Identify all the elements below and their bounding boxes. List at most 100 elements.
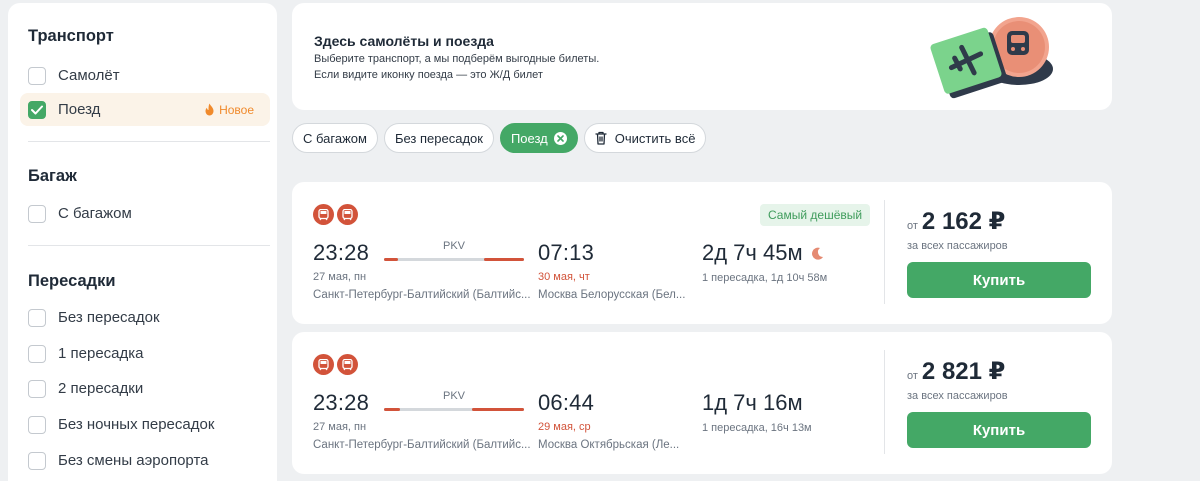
- banner-text-line: Выберите транспорт, а мы подберём выгодн…: [314, 53, 600, 65]
- transfer-info: 1 пересадка, 16ч 13м: [702, 422, 812, 434]
- price-value: 2 162 ₽: [921, 208, 1006, 235]
- chip-label: Поезд: [510, 130, 548, 146]
- section-divider: [28, 141, 270, 142]
- chip-baggage[interactable]: С багажом: [292, 123, 378, 153]
- route-segment: [472, 408, 524, 411]
- one-transfer-checkbox[interactable]: [28, 344, 46, 363]
- transfer-option-label: Без ночных пересадок: [58, 416, 215, 433]
- transfer-station-code: PKV: [442, 390, 465, 402]
- trash-icon: [595, 131, 607, 145]
- transfer-option-label: Без смены аэропорта: [58, 452, 209, 469]
- cheapest-badge: Самый дешёвый: [760, 204, 871, 226]
- baggage-section-title: Багаж: [28, 167, 77, 185]
- price-prefix: от: [907, 220, 918, 232]
- baggage-checkbox[interactable]: [28, 204, 46, 223]
- carrier-icons: [313, 354, 358, 375]
- route-segment: [384, 408, 400, 411]
- departure-station: Санкт-Петербург-Балтийский (Балтийс...: [313, 289, 531, 301]
- price-note: за всех пассажиров: [907, 390, 1008, 402]
- chip-train[interactable]: Поезд: [499, 123, 578, 153]
- two-transfers-checkbox[interactable]: [28, 379, 46, 398]
- card-divider: [884, 200, 885, 304]
- arrival-time: 06:44: [538, 390, 595, 415]
- route-line: [384, 408, 524, 411]
- duration-label: 1д 7ч 16м: [702, 390, 803, 415]
- same-airport-checkbox[interactable]: [28, 451, 46, 470]
- transport-option-label: Самолёт: [58, 67, 120, 84]
- transport-option-plane[interactable]: Самолёт: [20, 59, 270, 92]
- transfer-option-one[interactable]: 1 пересадка: [20, 337, 270, 370]
- train-checkbox[interactable]: [28, 100, 46, 119]
- arrival-date: 29 мая, ср: [538, 421, 591, 433]
- filters-sidebar: Транспорт Самолёт Поезд Новое Багаж С ба…: [8, 3, 277, 481]
- no-transfers-checkbox[interactable]: [28, 308, 46, 327]
- duration-label: 2д 7ч 45м: [702, 240, 803, 265]
- train-icon: [313, 354, 334, 375]
- chip-no-transfers[interactable]: Без пересадок: [383, 123, 494, 153]
- transport-section-title: Транспорт: [28, 27, 114, 45]
- new-badge-label: Новое: [219, 102, 254, 117]
- route-segment: [384, 258, 398, 261]
- transfer-info: 1 пересадка, 1д 10ч 58м: [702, 272, 828, 284]
- price-block: от 2 162 ₽: [907, 207, 1005, 236]
- plane-checkbox[interactable]: [28, 66, 46, 85]
- train-icon: [337, 204, 358, 225]
- trip-duration: 2д 7ч 45м: [702, 240, 824, 266]
- departure-date: 27 мая, пн: [313, 421, 367, 433]
- price-block: от 2 821 ₽: [907, 357, 1005, 386]
- train-icon: [313, 204, 334, 225]
- transport-option-label: Поезд: [58, 101, 101, 118]
- price-value: 2 821 ₽: [921, 358, 1006, 385]
- transfer-option-label: Без пересадок: [58, 309, 160, 326]
- transfer-option-two[interactable]: 2 пересадки: [20, 372, 270, 405]
- buy-button[interactable]: Купить: [907, 412, 1091, 448]
- plane-train-illustration: [930, 17, 1053, 99]
- carrier-icons: [313, 204, 358, 225]
- buy-button[interactable]: Купить: [907, 262, 1091, 298]
- route-timeline: PKV: [384, 240, 524, 264]
- arrival-time: 07:13: [538, 240, 595, 265]
- active-filters: С багажом Без пересадок Поезд Очистить в…: [292, 123, 707, 153]
- new-badge: Новое: [204, 103, 254, 117]
- chip-label: Без пересадок: [394, 130, 483, 146]
- ticket-card[interactable]: 23:28 PKV 06:44 27 мая, пн 29 мая, ср Са…: [292, 332, 1112, 474]
- close-icon[interactable]: [553, 131, 567, 145]
- banner-text-line: Если видите иконку поезда — это Ж/Д биле…: [314, 69, 543, 81]
- card-divider: [884, 350, 885, 454]
- transfer-option-same-airport[interactable]: Без смены аэропорта: [20, 444, 270, 477]
- transfer-station-code: PKV: [442, 240, 465, 252]
- arrival-date: 30 мая, чт: [538, 271, 590, 283]
- transfer-option-label: 1 пересадка: [58, 345, 144, 362]
- departure-date: 27 мая, пн: [313, 271, 367, 283]
- arrival-station: Москва Октябрьская (Ле...: [538, 439, 680, 451]
- chip-label: С багажом: [303, 130, 367, 146]
- info-banner: Здесь самолёты и поезда Выберите транспо…: [292, 3, 1112, 110]
- banner-title: Здесь самолёты и поезда: [314, 33, 494, 49]
- route-line: [384, 258, 524, 261]
- baggage-option[interactable]: С багажом: [20, 197, 270, 230]
- price-note: за всех пассажиров: [907, 240, 1008, 252]
- departure-time: 23:28: [313, 390, 370, 415]
- transfers-section-title: Пересадки: [28, 272, 116, 290]
- fire-icon: [205, 103, 214, 116]
- transfer-option-no-night[interactable]: Без ночных пересадок: [20, 408, 270, 441]
- moon-icon: [811, 247, 823, 260]
- clear-all-button[interactable]: Очистить всё: [583, 123, 707, 153]
- arrival-station: Москва Белорусская (Бел...: [538, 289, 686, 301]
- route-timeline: PKV: [384, 390, 524, 414]
- transfer-option-none[interactable]: Без пересадок: [20, 301, 270, 334]
- no-night-transfers-checkbox[interactable]: [28, 415, 46, 434]
- transfer-option-label: 2 пересадки: [58, 380, 144, 397]
- price-prefix: от: [907, 370, 918, 382]
- departure-time: 23:28: [313, 240, 370, 265]
- departure-station: Санкт-Петербург-Балтийский (Балтийс...: [313, 439, 531, 451]
- ticket-card[interactable]: Самый дешёвый 23:28 PKV 07:13 27 мая, пн…: [292, 182, 1112, 324]
- trip-duration: 1д 7ч 16м: [702, 390, 803, 416]
- train-icon: [337, 354, 358, 375]
- route-segment: [484, 258, 524, 261]
- chip-label: Очистить всё: [614, 130, 696, 146]
- transport-option-train[interactable]: Поезд Новое: [20, 93, 270, 126]
- baggage-option-label: С багажом: [58, 205, 132, 222]
- section-divider: [28, 245, 270, 246]
- checkmark-icon: [31, 105, 43, 114]
